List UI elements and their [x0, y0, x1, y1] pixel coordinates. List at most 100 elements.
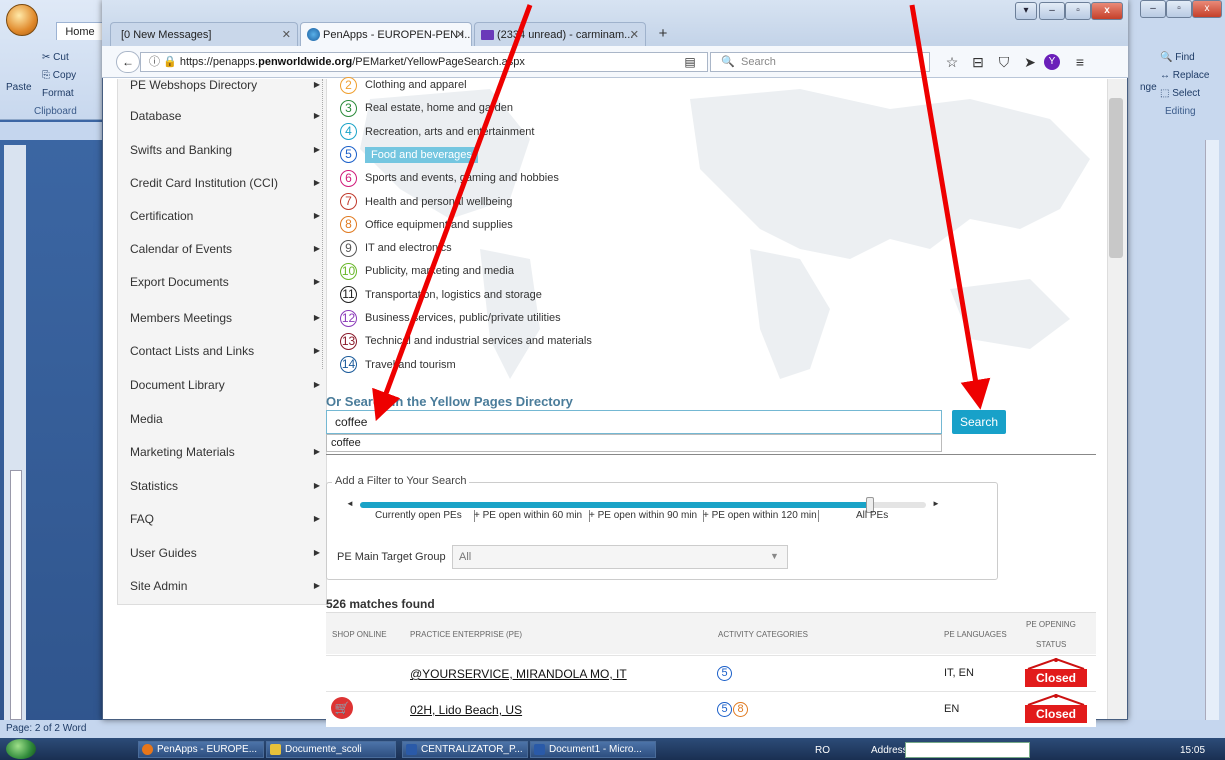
chevron-down-icon[interactable]: ▼ [770, 551, 779, 561]
word-home-tab[interactable]: Home [56, 22, 104, 40]
sidebar-item-document-library[interactable]: Document Library ▶ [130, 375, 320, 395]
sidebar-item-certification[interactable]: Certification ▶ [130, 206, 320, 226]
bookmark-star-icon[interactable]: ☆ [942, 53, 962, 71]
sidebar-item-statistics[interactable]: Statistics ▶ [130, 476, 320, 496]
category-item[interactable]: 14 Travel and tourism [340, 356, 456, 374]
word-restore-button[interactable]: ▫ [1166, 0, 1192, 18]
category-item[interactable]: 10 Publicity, marketing and media [340, 262, 514, 280]
chevron-right-icon: ▶ [313, 80, 320, 89]
sidebar-item-media[interactable]: Media [130, 409, 320, 429]
activity-category-badge[interactable]: 5 [717, 666, 732, 681]
category-item[interactable]: 13 Technical and industrial services and … [340, 332, 592, 350]
slider-tick-currently-open[interactable]: Currently open PEs [375, 510, 462, 521]
activity-category-badge[interactable]: 5 [717, 702, 732, 717]
category-item[interactable]: 2 Clothing and apparel [340, 76, 467, 94]
word-window-controls[interactable]: – ▫ x [1136, 0, 1224, 18]
word-cut-button[interactable]: ✂ Cut [42, 52, 69, 63]
taskbar-item-folder[interactable]: Documente_scoli [266, 741, 396, 758]
url-bar[interactable]: ⓘ 🔒 https://penapps.penworldwide.org/PEM… [140, 52, 708, 72]
sidebar-item-database[interactable]: Database ▶ [130, 106, 320, 126]
closed-status-sign: Closed [1024, 657, 1088, 691]
browser-extra-button[interactable]: ▾ [1015, 2, 1037, 20]
pe-name-link[interactable]: @YOURSERVICE, MIRANDOLA MO, IT [410, 667, 627, 681]
shop-cart-icon[interactable]: 🛒 [331, 697, 353, 719]
close-tab-icon[interactable]: ✕ [282, 23, 291, 46]
browser-close-button[interactable]: x [1091, 2, 1123, 20]
slider-left-arrow-icon[interactable]: ◄ [346, 499, 354, 508]
browser-search-bar[interactable]: 🔍 Search [710, 52, 930, 72]
sidebar-item-credit-card-institution-cci[interactable]: Credit Card Institution (CCI) ▶ [130, 173, 320, 193]
target-group-select[interactable]: All [452, 545, 788, 569]
word-replace-button[interactable]: ↔ Replace [1160, 70, 1209, 81]
category-item[interactable]: 6 Sports and events, gaming and hobbies [340, 169, 559, 187]
word-copy-button[interactable]: ⎘ Copy [42, 70, 76, 81]
browser-restore-button[interactable]: ▫ [1065, 2, 1091, 20]
yahoo-icon[interactable]: Y [1044, 54, 1060, 70]
clock[interactable]: 15:05 [1180, 745, 1205, 756]
pocket-icon[interactable]: ⛉ [994, 53, 1014, 71]
sidebar-item-calendar-of-events[interactable]: Calendar of Events ▶ [130, 239, 320, 259]
slider-tick-60[interactable]: + PE open within 60 min [474, 510, 582, 521]
sidebar-item-swifts-and-banking[interactable]: Swifts and Banking ▶ [130, 140, 320, 160]
browser-minimize-button[interactable]: – [1039, 2, 1065, 20]
category-item[interactable]: 3 Real estate, home and garden [340, 99, 513, 117]
browser-tab-mail[interactable]: (2334 unread) - carminam... ✕ [474, 22, 646, 46]
language-indicator[interactable]: RO [815, 745, 830, 756]
category-item[interactable]: 7 Health and personal wellbeing [340, 193, 512, 211]
activity-category-badge[interactable]: 8 [733, 702, 748, 717]
office-button[interactable] [6, 4, 38, 36]
page-scrollbar-thumb[interactable] [1109, 98, 1123, 258]
word-minimize-button[interactable]: – [1140, 0, 1166, 18]
browser-window-controls[interactable]: ▾ – ▫ x [1015, 2, 1123, 20]
send-icon[interactable]: ➤ [1020, 53, 1040, 71]
word-format-painter[interactable]: Format [42, 88, 74, 99]
category-item[interactable]: 8 Office equipment and supplies [340, 216, 513, 234]
word-close-button[interactable]: x [1192, 0, 1222, 18]
taskbar-item-centralizator[interactable]: CENTRALIZATOR_P... [402, 741, 528, 758]
slider-right-arrow-icon[interactable]: ► [932, 499, 940, 508]
new-tab-button[interactable]: + [652, 22, 674, 46]
slider-tick-all[interactable]: All PEs [856, 510, 888, 521]
chevron-right-icon: ▶ [313, 380, 320, 389]
library-icon[interactable]: ⊟ [968, 53, 988, 71]
start-button[interactable] [6, 739, 36, 759]
word-find-button[interactable]: 🔍 Find [1160, 52, 1195, 63]
pe-name-link[interactable]: 02H, Lido Beach, US [410, 703, 522, 717]
slider-tick-90[interactable]: + PE open within 90 min [589, 510, 697, 521]
search-button[interactable]: Search [952, 410, 1006, 434]
sidebar-item-faq[interactable]: FAQ ▶ [130, 509, 320, 529]
word-select-button[interactable]: ⬚ Select [1160, 88, 1200, 99]
address-toolbar-input[interactable] [905, 742, 1030, 758]
word-quick-access-toolbar[interactable] [0, 122, 115, 140]
back-arrow-icon[interactable]: ← [116, 51, 140, 73]
category-item[interactable]: 9 IT and electronics [340, 239, 452, 257]
reader-view-icon[interactable]: ▤ [680, 53, 700, 71]
search-input[interactable]: coffee [326, 410, 942, 434]
close-tab-icon[interactable]: ✕ [456, 23, 465, 46]
taskbar-item-firefox[interactable]: PenApps - EUROPE... [138, 741, 264, 758]
menu-hamburger-icon[interactable]: ≡ [1070, 53, 1090, 71]
sidebar-item-export-documents[interactable]: Export Documents ▶ [130, 272, 320, 292]
category-item[interactable]: 4 Recreation, arts and entertainment [340, 123, 534, 141]
info-icon[interactable]: ⓘ [149, 56, 160, 68]
sidebar-item-marketing-materials[interactable]: Marketing Materials ▶ [130, 442, 320, 462]
slider-tick-120[interactable]: + PE open within 120 min [703, 510, 817, 521]
sidebar-item-contact-lists-and-links[interactable]: Contact Lists and Links ▶ [130, 341, 320, 361]
category-item[interactable]: 5 Food and beverages [340, 146, 478, 164]
word-paste-button[interactable]: Paste [6, 82, 32, 93]
browser-tab-penapps[interactable]: PenApps - EUROPEN-PEN I... ✕ [300, 22, 472, 46]
opening-slider-fill [360, 502, 870, 508]
category-item[interactable]: 11 Transportation, logistics and storage [340, 286, 542, 304]
word-change-styles-label[interactable]: nge [1140, 82, 1157, 93]
word-scrollbar[interactable] [1205, 140, 1219, 720]
browser-tab-messages[interactable]: [0 New Messages] ✕ [110, 22, 298, 46]
search-suggestion[interactable]: coffee [326, 434, 942, 452]
sidebar-item-site-admin[interactable]: Site Admin ▶ [130, 576, 320, 596]
word-doc-icon [534, 744, 545, 755]
sidebar-item-pe-webshops-directory[interactable]: PE Webshops Directory ▶ [130, 75, 320, 95]
close-tab-icon[interactable]: ✕ [630, 23, 639, 46]
taskbar-item-document1[interactable]: Document1 - Micro... [530, 741, 656, 758]
sidebar-item-user-guides[interactable]: User Guides ▶ [130, 543, 320, 563]
sidebar-item-members-meetings[interactable]: Members Meetings ▶ [130, 308, 320, 328]
category-item[interactable]: 12 Business services, public/private util… [340, 309, 561, 327]
